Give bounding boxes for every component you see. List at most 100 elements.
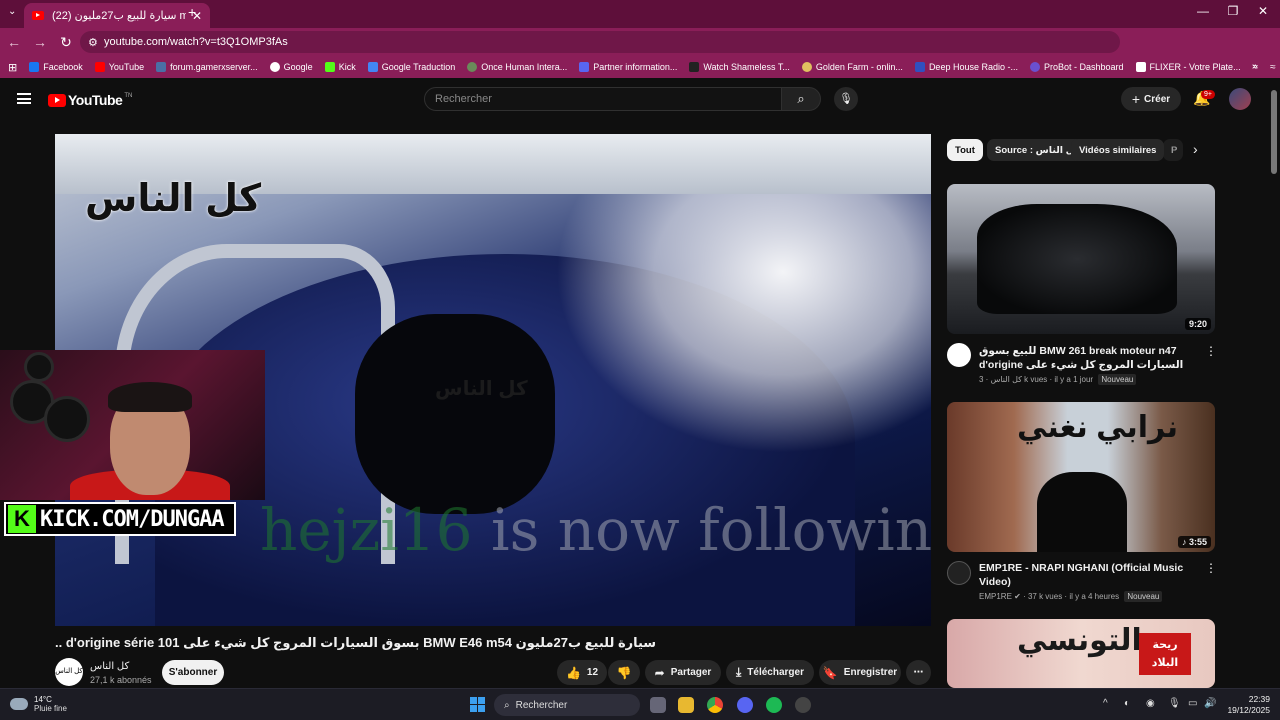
tray-app-icon[interactable]: ◐: [1124, 698, 1130, 709]
related-menu-icon[interactable]: ⋮: [1205, 561, 1217, 575]
related-menu-icon[interactable]: ⋮: [1205, 344, 1217, 358]
new-badge: Nouveau: [1124, 591, 1163, 602]
channel-avatar[interactable]: كل الناس: [55, 658, 83, 686]
related-thumbnail[interactable]: التونسي ريحة البلاد: [947, 619, 1215, 688]
chip-all[interactable]: Tout: [947, 139, 983, 161]
related-views: 37 k vues: [1027, 592, 1063, 601]
volume-icon[interactable]: 🔊: [1204, 698, 1216, 709]
share-button[interactable]: ➦ Partager: [645, 660, 721, 685]
thumbnail-text: نرابي نغني: [1017, 411, 1178, 444]
related-title[interactable]: BMW 261 break moteur n47 للبيع بسوق السي…: [979, 344, 1199, 372]
like-button[interactable]: 👍 12: [557, 660, 607, 685]
search-input[interactable]: Rechercher: [424, 87, 782, 111]
account-avatar[interactable]: [1229, 88, 1251, 110]
follow-alert-overlay: hejzi16 is now following: [260, 496, 931, 564]
task-view-icon[interactable]: [650, 697, 666, 713]
bookmark-probot[interactable]: ProBot - Dashboard: [1029, 62, 1124, 72]
bookmark-translate[interactable]: Google Traduction: [367, 62, 455, 72]
verified-icon: ✔: [1014, 592, 1021, 601]
related-age: il y a 1 jour: [1054, 375, 1094, 384]
related-channel-avatar[interactable]: [947, 343, 971, 367]
channel-name[interactable]: كل الناس: [90, 661, 129, 672]
chip-more[interactable]: P: [1163, 139, 1183, 161]
bookmark-golden-farm[interactable]: Golden Farm - onlin...: [801, 62, 903, 72]
bookmark-kick[interactable]: Kick: [324, 62, 356, 72]
related-meta: EMP1RE ✔ · 37 k vues · il y a 4 heures N…: [979, 591, 1163, 602]
taskbar-search[interactable]: ⌕ Rechercher: [494, 694, 640, 716]
related-thumbnail[interactable]: 9:20: [947, 184, 1215, 334]
page-scrollbar[interactable]: [1271, 90, 1277, 174]
system-clock[interactable]: 22:39 19/12/2025: [1227, 694, 1270, 716]
close-window-icon[interactable]: ✕: [1248, 4, 1278, 18]
vinyl-record-decoration: [24, 352, 54, 382]
apps-grid-icon[interactable]: ⊞: [8, 61, 17, 74]
browser-tab-strip: ⌄ (22) سيارة للبيع ب27مليون m54 ✕ + — ❐ …: [0, 0, 1280, 28]
more-actions-button[interactable]: ⋯: [906, 660, 931, 685]
windows-taskbar: 14°C Pluie fine ⌕ Rechercher ^ ◐ ◉ 🎙 ▭ 🔊…: [0, 688, 1280, 720]
download-button[interactable]: ⤓ Télécharger: [726, 660, 814, 685]
new-tab-icon[interactable]: +: [188, 4, 196, 20]
voice-search-button[interactable]: 🎙: [834, 87, 858, 111]
microphone-icon: 🎙: [839, 93, 853, 105]
related-thumbnail[interactable]: نرابي نغني ♪ 3:55: [947, 402, 1215, 552]
logo-country: TN: [124, 93, 133, 99]
bookmark-youtube[interactable]: YouTube: [94, 62, 144, 72]
microphone-icon[interactable]: 🎙: [1168, 698, 1181, 709]
share-icon: ➦: [654, 665, 665, 680]
translate-icon: [367, 62, 378, 72]
more-bookmarks-icon[interactable]: »: [1252, 61, 1258, 72]
bookmark-label: Partner information...: [593, 62, 678, 72]
reload-icon[interactable]: ↻: [54, 34, 78, 51]
related-title[interactable]: EMP1RE - NRAPI NGHANI (Official Music Vi…: [979, 561, 1199, 589]
youtube-icon: [94, 62, 105, 72]
tray-expand-icon[interactable]: ^: [1103, 698, 1108, 709]
vinyl-record-decoration: [44, 396, 90, 442]
minimize-icon[interactable]: —: [1188, 4, 1218, 18]
weather-widget[interactable]: 14°C Pluie fine: [10, 695, 67, 713]
create-button[interactable]: + Créer: [1121, 87, 1181, 111]
tab-search-icon[interactable]: ⌄: [8, 6, 16, 17]
file-explorer-icon[interactable]: [678, 697, 694, 713]
site-info-icon[interactable]: ⚙: [88, 36, 98, 49]
chips-next-icon[interactable]: ›: [1193, 141, 1198, 157]
network-icon[interactable]: ▭: [1188, 698, 1197, 709]
spotify-icon[interactable]: [766, 697, 782, 713]
forward-icon[interactable]: →: [28, 34, 52, 50]
chip-similar[interactable]: Vidéos similaires: [1071, 139, 1165, 161]
browser-tab-active[interactable]: (22) سيارة للبيع ب27مليون m54 ✕: [24, 3, 210, 28]
obs-icon[interactable]: [795, 697, 811, 713]
dislike-button[interactable]: 👎: [608, 660, 640, 685]
windows-start-icon[interactable]: [470, 697, 485, 712]
tray-app-icon[interactable]: ◉: [1146, 698, 1155, 709]
bookmark-label: ProBot - Dashboard: [1043, 62, 1124, 72]
bookmark-extra-icon[interactable]: ≈: [1270, 62, 1276, 73]
subscribe-button[interactable]: S'abonner: [162, 660, 224, 685]
save-button[interactable]: 🔖 Enregistrer: [819, 660, 901, 685]
address-bar[interactable]: ⚙ youtube.com/watch?v=t3Q1OMP3fAs: [80, 31, 1120, 53]
youtube-logo[interactable]: YouTube TN: [48, 92, 132, 108]
guide-menu-icon[interactable]: [17, 93, 31, 104]
restore-icon[interactable]: ❐: [1218, 4, 1248, 18]
bookmark-google[interactable]: Google: [269, 62, 313, 72]
search-button[interactable]: ⌕: [781, 87, 821, 111]
youtube-play-icon: [48, 93, 66, 107]
related-channel[interactable]: كل الناس: [991, 375, 1022, 384]
chrome-icon[interactable]: [707, 697, 723, 713]
related-channel[interactable]: EMP1RE: [979, 592, 1012, 601]
related-channel-avatar[interactable]: [947, 561, 971, 585]
bookmark-shameless[interactable]: Watch Shameless T...: [689, 62, 790, 72]
bookmark-forum[interactable]: forum.gamerxserver...: [156, 62, 258, 72]
shameless-icon: [689, 62, 700, 72]
youtube-favicon-icon: [32, 11, 44, 20]
bookmark-flixer[interactable]: FLIXER - Votre Plate...: [1135, 62, 1241, 72]
create-label: Créer: [1144, 93, 1171, 105]
bookmark-once-human[interactable]: Once Human Intera...: [467, 62, 567, 72]
kick-channel-banner: K KICK.COM/DUNGAA: [4, 502, 236, 536]
discord-icon[interactable]: [737, 697, 753, 713]
bookmark-facebook[interactable]: Facebook: [29, 62, 83, 72]
bookmark-deep-house[interactable]: Deep House Radio -...: [914, 62, 1018, 72]
back-icon[interactable]: ←: [2, 34, 26, 50]
search-icon: ⌕: [797, 91, 805, 106]
bookmark-label: Watch Shameless T...: [703, 62, 790, 72]
bookmark-partner[interactable]: Partner information...: [579, 62, 677, 72]
